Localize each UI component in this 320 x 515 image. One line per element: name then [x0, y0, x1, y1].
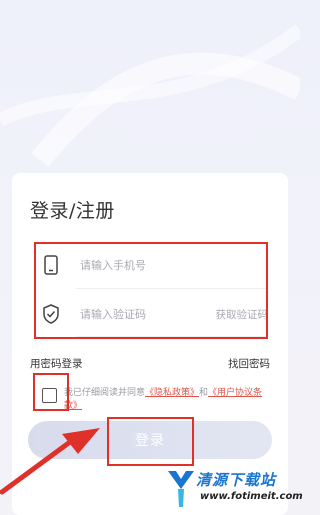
watermark: 清源下载站 www.fotimeit.com	[166, 467, 303, 511]
agreement-checkbox[interactable]	[42, 388, 57, 403]
agreement-and: 和	[199, 388, 209, 398]
background-decoration	[0, 24, 300, 167]
annotation-arrow	[0, 428, 100, 495]
phone-icon	[40, 254, 62, 276]
find-password-link[interactable]: 找回密码	[228, 356, 270, 371]
watermark-url: www.fotimeit.com	[200, 491, 303, 502]
phone-input[interactable]	[78, 257, 202, 273]
field-divider	[76, 336, 266, 337]
phone-field[interactable]	[34, 242, 268, 288]
shield-check-icon	[40, 303, 62, 325]
field-divider	[76, 288, 266, 289]
get-code-button[interactable]: 获取验证码	[216, 307, 269, 322]
agreement-prefix: 我已仔细阅读并同意	[64, 388, 146, 398]
password-login-link[interactable]: 用密码登录	[30, 356, 83, 371]
privacy-policy-link[interactable]: 《隐私政策》	[145, 388, 199, 398]
verification-code-input[interactable]	[78, 306, 202, 322]
watermark-title: 清源下载站	[196, 471, 277, 489]
verification-code-field[interactable]: 获取验证码	[34, 291, 268, 337]
page-title: 登录/注册	[30, 200, 115, 222]
watermark-logo-icon	[168, 471, 194, 507]
